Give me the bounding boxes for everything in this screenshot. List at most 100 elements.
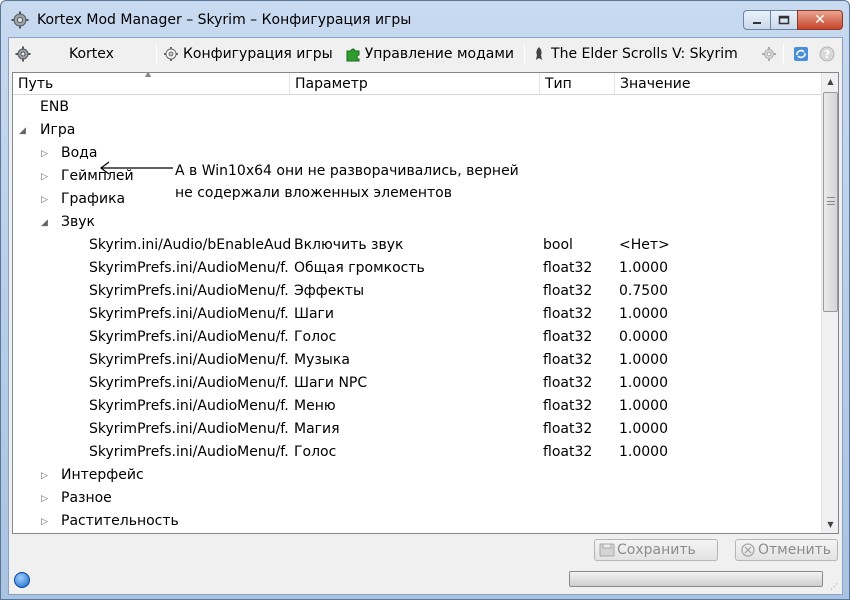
tree-header: ▲ Путь Параметр Тип Значение	[13, 73, 821, 95]
cell-param: Шаги NPC	[294, 375, 368, 391]
cell-type: float32	[543, 421, 593, 437]
caption-buttons: ✕	[743, 10, 843, 30]
settings-button[interactable]	[761, 42, 777, 66]
scroll-up-button[interactable]: ▲	[822, 73, 838, 90]
cell-param: Голос	[294, 329, 337, 345]
cell-path: SkyrimPrefs.ini/AudioMenu/f...	[89, 329, 290, 345]
minimize-button[interactable]	[743, 10, 771, 30]
expand-arrow-icon[interactable]: ▷	[41, 195, 51, 205]
tree-row[interactable]: SkyrimPrefs.ini/AudioMenu/f... Магия float…	[13, 418, 821, 441]
refresh-icon	[794, 47, 808, 61]
resize-grip-icon[interactable]: ⋰	[830, 582, 840, 592]
cell-value: 1.0000	[619, 306, 668, 322]
tree-row[interactable]: Skyrim.ini/Audio/bEnableAud... Включить з…	[13, 234, 821, 257]
save-button[interactable]: Сохранить	[594, 539, 718, 561]
expand-arrow-icon[interactable]: ▷	[41, 172, 51, 182]
tree-row[interactable]: ▷ Разное	[13, 487, 821, 510]
tree-row[interactable]: ◢ Игра	[13, 119, 821, 142]
config-tree-view[interactable]: ▲ Путь Параметр Тип Значение ENB ◢ Игра ▷ Во…	[12, 72, 839, 534]
gear-icon	[15, 46, 31, 62]
cancel-button[interactable]: Отменить	[735, 539, 838, 561]
game-select-button[interactable]: The Elder Scrolls V: Skyrim	[531, 42, 738, 66]
column-header-value[interactable]: Значение	[615, 73, 821, 95]
scroll-grip-icon	[827, 197, 835, 205]
cell-param: Голос	[294, 444, 337, 460]
mod-management-button[interactable]: Управление модами	[345, 42, 514, 66]
tree-row[interactable]: SkyrimPrefs.ini/AudioMenu/f... Музыка floa…	[13, 349, 821, 372]
sort-ascending-icon: ▲	[145, 72, 152, 78]
puzzle-icon	[346, 48, 360, 62]
cell-path: SkyrimPrefs.ini/AudioMenu/f...	[89, 444, 290, 460]
cell-path: Интерфейс	[61, 467, 144, 483]
cell-param: Меню	[294, 398, 336, 414]
expand-arrow-icon[interactable]: ▷	[41, 471, 51, 481]
cell-param: Общая громкость	[294, 260, 425, 276]
tree-row[interactable]: SkyrimPrefs.ini/AudioMenu/f... Шаги float3…	[13, 303, 821, 326]
toolbar-separator	[524, 44, 526, 64]
tree-row[interactable]: SkyrimPrefs.ini/AudioMenu/f... Меню float3…	[13, 395, 821, 418]
cell-param: Включить звук	[294, 237, 404, 253]
save-label: Сохранить	[617, 542, 696, 558]
annotation-line-1: А в Win10x64 они не разворачивались, вер…	[175, 163, 519, 179]
kortex-label: Kortex	[69, 46, 114, 62]
tree-row[interactable]: ▷ Растительность	[13, 510, 821, 533]
close-button[interactable]: ✕	[797, 10, 843, 30]
tree-row[interactable]: SkyrimPrefs.ini/AudioMenu/f... Голос float…	[13, 326, 821, 349]
cell-type: bool	[543, 237, 573, 253]
scroll-down-button[interactable]: ▼	[822, 516, 838, 533]
column-header-param-label: Параметр	[295, 76, 368, 92]
tree-row[interactable]: ENB	[13, 96, 821, 119]
cell-param: Шаги	[294, 306, 335, 322]
tree-row[interactable]: SkyrimPrefs.ini/AudioMenu/f... Шаги NPC fl…	[13, 372, 821, 395]
tree-row[interactable]: SkyrimPrefs.ini/AudioMenu/f... Эффекты flo…	[13, 280, 821, 303]
cell-value: 1.0000	[619, 444, 668, 460]
cell-path: SkyrimPrefs.ini/AudioMenu/f...	[89, 398, 290, 414]
scroll-thumb[interactable]	[823, 92, 838, 312]
cell-type: float32	[543, 283, 593, 299]
tree-row[interactable]: SkyrimPrefs.ini/AudioMenu/f... Общая гром…	[13, 257, 821, 280]
expand-arrow-icon[interactable]: ▷	[41, 494, 51, 504]
expand-arrow-icon[interactable]: ▷	[41, 149, 51, 159]
cog-icon	[762, 47, 776, 61]
cell-path: ENB	[40, 99, 69, 115]
maximize-icon	[778, 15, 790, 25]
cell-type: float32	[543, 398, 593, 414]
column-header-param[interactable]: Параметр	[290, 73, 540, 95]
save-icon	[599, 543, 615, 557]
skyrim-emblem-icon	[536, 47, 543, 60]
column-header-type[interactable]: Тип	[540, 73, 615, 95]
cell-path: SkyrimPrefs.ini/AudioMenu/f...	[89, 306, 290, 322]
title-bar[interactable]: Kortex Mod Manager – Skyrim – Конфигурац…	[1, 1, 849, 35]
cell-path: SkyrimPrefs.ini/AudioMenu/f...	[89, 421, 290, 437]
tree-row[interactable]: ◢ Звук	[13, 211, 821, 234]
cell-value: 1.0000	[619, 375, 668, 391]
column-header-type-label: Тип	[545, 76, 572, 92]
cell-param: Эффекты	[294, 283, 364, 299]
cell-value: 1.0000	[619, 421, 668, 437]
minimize-icon	[753, 22, 761, 24]
client-area: Kortex Конфигурация игры Управление мода…	[8, 37, 843, 595]
tree-row[interactable]: SkyrimPrefs.ini/AudioMenu/f... Голос float…	[13, 441, 821, 464]
cell-type: float32	[543, 375, 593, 391]
kortex-menu-button[interactable]: Kortex	[15, 42, 150, 66]
annotation-line-2: не содержали вложенных элементов	[175, 185, 452, 201]
maximize-button[interactable]	[770, 10, 798, 30]
status-indicator-icon	[14, 572, 30, 588]
cell-param: Магия	[294, 421, 340, 437]
toolbar: Kortex Конфигурация игры Управление мода…	[9, 38, 842, 70]
expand-arrow-icon[interactable]: ▷	[41, 517, 51, 527]
cell-path: Skyrim.ini/Audio/bEnableAud...	[89, 237, 290, 253]
help-button[interactable]: ?	[819, 42, 835, 66]
vertical-scrollbar[interactable]: ▲ ▼	[821, 73, 838, 533]
tree-row[interactable]: ▷ Интерфейс	[13, 464, 821, 487]
cell-path: Игра	[40, 122, 76, 138]
help-icon: ?	[819, 46, 835, 62]
cell-value: 0.0000	[619, 329, 668, 345]
refresh-button[interactable]	[793, 42, 809, 66]
column-header-path[interactable]: ▲ Путь	[13, 73, 290, 95]
game-config-button[interactable]: Конфигурация игры	[163, 42, 333, 66]
settings-gear-icon	[163, 47, 178, 61]
collapse-arrow-icon[interactable]: ◢	[19, 126, 29, 136]
collapse-arrow-icon[interactable]: ◢	[41, 218, 51, 228]
cell-path: Растительность	[61, 513, 179, 529]
